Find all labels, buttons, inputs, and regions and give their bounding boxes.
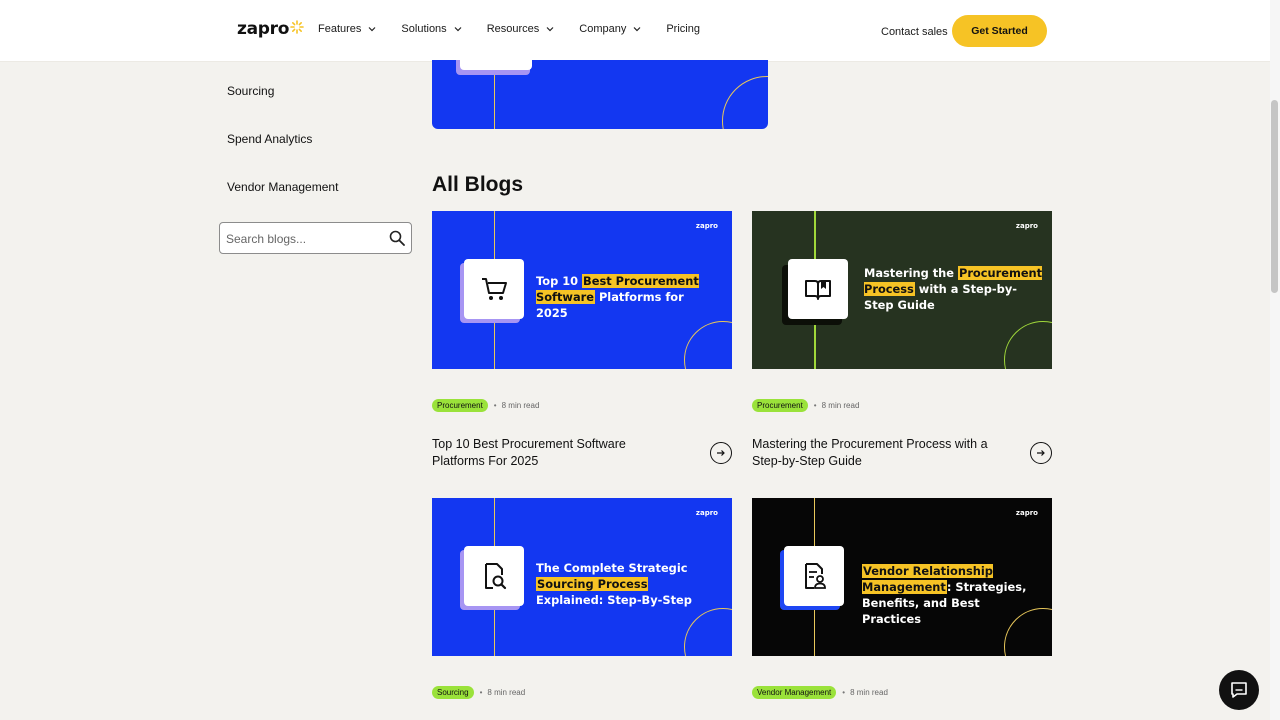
tile <box>464 259 524 319</box>
decorative-arc <box>684 321 732 369</box>
decorative-arc <box>1004 321 1052 369</box>
main-nav: Features Solutions Resources Company Pri… <box>318 23 724 35</box>
chevron-down-icon <box>546 27 554 32</box>
tile <box>788 259 848 319</box>
card-title[interactable]: Mastering the Procurement Process with a… <box>752 436 992 470</box>
search-icon[interactable] <box>389 230 405 246</box>
category-tag[interactable]: Sourcing <box>432 686 474 699</box>
meta-separator: • <box>479 688 483 697</box>
zapro-mini-logo: zapro <box>1015 509 1038 517</box>
blog-card-image[interactable]: zapro The Complete Strategic Sourcing Pr… <box>432 498 732 656</box>
chat-bubble-icon <box>1231 682 1247 698</box>
sidebar-item-vendor-management[interactable]: Vendor Management <box>227 180 338 194</box>
read-time: 8 min read <box>850 688 888 697</box>
card-image-text: Mastering the Procurement Process with a… <box>864 266 1043 312</box>
chevron-down-icon <box>633 27 641 32</box>
contact-sales-link[interactable]: Contact sales <box>881 26 948 38</box>
meta-separator: • <box>842 688 846 697</box>
nav-label: Features <box>318 23 362 35</box>
open-book-icon <box>805 280 831 300</box>
nav-label: Resources <box>486 23 540 35</box>
nav-features[interactable]: Features <box>318 23 377 35</box>
featured-blog-image[interactable] <box>432 60 768 129</box>
category-tag[interactable]: Procurement <box>752 399 808 412</box>
card-meta: Vendor Management • 8 min read <box>752 686 888 699</box>
page-title: All Blogs <box>432 173 524 196</box>
card-image-text: The Complete Strategic Sourcing Process … <box>536 561 692 607</box>
card-meta: Sourcing • 8 min read <box>432 686 525 699</box>
zapro-mini-logo: zapro <box>695 222 718 230</box>
nav-company[interactable]: Company <box>579 23 642 35</box>
nav-resources[interactable]: Resources <box>487 23 556 35</box>
get-started-button[interactable]: Get Started <box>952 15 1047 47</box>
blog-card-image[interactable]: zapro Mastering the Procurement Process … <box>752 211 1052 369</box>
document-search-icon <box>485 563 507 590</box>
read-time: 8 min read <box>501 401 540 410</box>
blog-card-image[interactable]: zapro Top 10 Best Procurement Software P… <box>432 211 732 369</box>
meta-separator: • <box>493 401 497 410</box>
nav-solutions[interactable]: Solutions <box>401 23 462 35</box>
site-header: zapro Features Solutions Resources Compa… <box>0 0 1270 62</box>
zapro-logo[interactable]: zapro <box>237 19 304 39</box>
search-box <box>219 222 412 254</box>
sidebar-item-spend-analytics[interactable]: Spend Analytics <box>227 132 312 146</box>
arrow-right-icon <box>1037 450 1045 456</box>
nav-pricing[interactable]: Pricing <box>666 23 700 35</box>
nav-label: Company <box>579 23 627 35</box>
read-more-button[interactable] <box>1030 442 1052 464</box>
read-time: 8 min read <box>821 401 860 410</box>
chat-widget-button[interactable] <box>1219 670 1259 710</box>
logo-text: zapro <box>237 19 290 39</box>
chevron-down-icon <box>454 27 462 32</box>
shopping-cart-icon <box>482 278 507 300</box>
tile <box>784 546 844 606</box>
spark-icon <box>290 20 304 34</box>
meta-separator: • <box>813 401 817 410</box>
decorative-arc <box>684 608 732 656</box>
card-meta: Procurement • 8 min read <box>752 399 859 412</box>
zapro-mini-logo: zapro <box>1015 222 1038 230</box>
card-title[interactable]: Top 10 Best Procurement Software Platfor… <box>432 436 672 470</box>
category-tag[interactable]: Procurement <box>432 399 488 412</box>
nav-label: Solutions <box>401 23 447 35</box>
blog-card-image[interactable]: zapro Vendor Relationship Management: St… <box>752 498 1052 656</box>
card-image-text: Vendor Relationship Management: Strategi… <box>862 564 1027 626</box>
category-tag[interactable]: Vendor Management <box>752 686 837 699</box>
sidebar-item-sourcing[interactable]: Sourcing <box>227 84 274 98</box>
decorative-arc <box>722 76 768 129</box>
search-input[interactable] <box>226 230 386 247</box>
arrow-right-icon <box>717 450 725 456</box>
scrollbar-thumb[interactable] <box>1271 100 1278 293</box>
read-time: 8 min read <box>487 688 526 697</box>
read-more-button[interactable] <box>710 442 732 464</box>
chevron-down-icon <box>368 27 376 32</box>
tile <box>460 60 532 70</box>
document-user-icon <box>805 563 826 589</box>
tile <box>464 546 524 606</box>
zapro-mini-logo: zapro <box>695 509 718 517</box>
card-meta: Procurement • 8 min read <box>432 399 539 412</box>
card-image-text: Top 10 Best Procurement Software Platfor… <box>536 274 699 320</box>
nav-label: Pricing <box>666 23 700 35</box>
